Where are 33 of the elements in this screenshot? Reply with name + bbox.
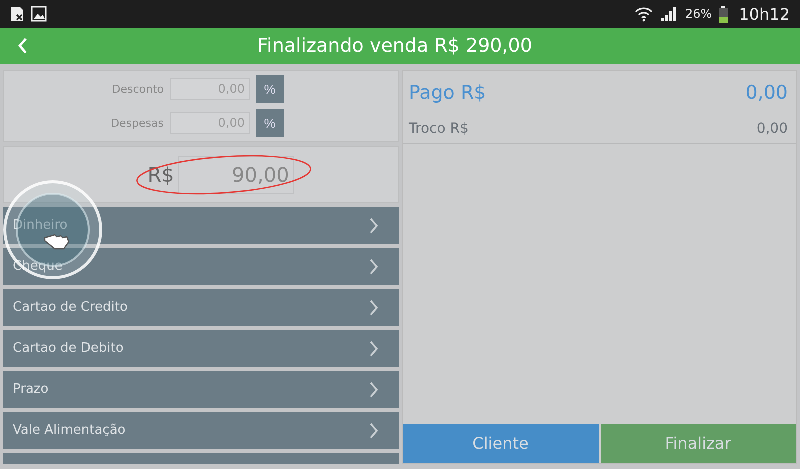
chevron-right-icon	[369, 422, 379, 438]
chevron-right-icon	[369, 382, 379, 398]
payment-method-item[interactable]: Prazo	[3, 371, 399, 408]
chevron-right-icon	[369, 300, 379, 316]
amount-field[interactable]: 0,00	[170, 78, 250, 100]
field-label: Desconto	[111, 82, 164, 96]
client-button[interactable]: Cliente	[403, 424, 598, 463]
payment-method-item[interactable]: Cartao de Debito	[3, 330, 399, 367]
percent-button[interactable]: %	[256, 109, 284, 138]
finish-button[interactable]: Finalizar	[600, 424, 796, 463]
amount-field[interactable]: 0,00	[170, 112, 250, 134]
battery-icon	[719, 6, 728, 22]
amount-field[interactable]: 90,00	[178, 156, 294, 194]
back-icon	[18, 38, 28, 54]
currency-label: R$	[148, 162, 174, 187]
payment-method-item[interactable]: Cartao de Credito	[3, 289, 399, 326]
chevron-right-icon	[369, 340, 379, 356]
signal-icon	[660, 6, 678, 22]
summary-label: Troco R$	[409, 121, 469, 137]
field-label: Despesas	[110, 116, 164, 130]
summary-value: 0,00	[746, 82, 788, 104]
summary-value: 0,00	[756, 121, 788, 137]
battery-percentage: 26%	[685, 7, 712, 21]
payment-method-item[interactable]: Vale Alimentação	[3, 412, 399, 449]
percent-button[interactable]: %	[256, 75, 284, 104]
image-icon	[31, 6, 47, 22]
wifi-icon	[635, 6, 654, 22]
chevron-right-icon	[369, 258, 379, 274]
clock-time: 10h12	[739, 4, 790, 24]
chevron-right-icon	[369, 218, 379, 234]
summary-label: Pago R$	[409, 82, 486, 104]
screen-title: Finalizando venda R$ 290,00	[256, 35, 534, 57]
sim-card-icon	[10, 6, 24, 22]
